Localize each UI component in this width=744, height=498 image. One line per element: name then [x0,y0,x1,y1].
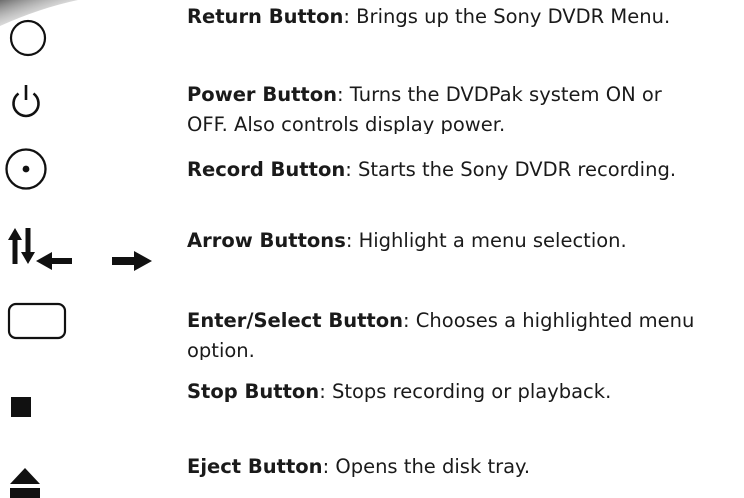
record-button-term: Record Button [187,158,346,181]
eject-button-term: Eject Button [187,455,323,478]
rounded-rectangle-icon [7,302,67,340]
return-button-description: Return Button: Brings up the Sony DVDR M… [187,5,671,28]
button-legend-page: Return Button: Brings up the Sony DVDR M… [0,0,744,498]
arrow-buttons-text: Highlight a menu selection. [352,229,627,252]
record-dot-circle-icon [5,148,47,190]
record-button-description: Record Button: Starts the Sony DVDR reco… [187,158,677,181]
enter-select-button-description: Enter/Select Button: Chooses a highlight… [187,309,695,360]
stop-button-description: Stop Button: Stops recording or playback… [187,380,612,403]
eject-button-description: Eject Button: Opens the disk tray. [187,455,531,478]
enter-select-button-text-continued: option. [187,339,255,360]
power-button-description: Power Button: Turns the DVDPak system ON… [187,83,662,134]
power-icon [12,85,40,118]
return-button-term: Return Button [187,5,344,28]
stop-button-term: Stop Button [187,380,320,403]
record-button-text: Starts the Sony DVDR recording. [351,158,677,181]
enter-select-button-text: Chooses a highlighted menu [409,309,695,332]
stop-button-text: Stops recording or playback. [325,380,612,403]
arrow-buttons-description: Arrow Buttons: Highlight a menu selectio… [187,229,627,252]
return-button-text: Brings up the Sony DVDR Menu. [349,5,671,28]
eject-button-text: Opens the disk tray. [329,455,531,478]
enter-select-button-term: Enter/Select Button [187,309,404,332]
power-button-text: Turns the DVDPak system ON or [343,83,662,106]
arrows-icon [8,228,152,271]
stop-square-icon [11,397,31,417]
return-circle-icon [9,19,47,57]
eject-icon [10,468,40,498]
power-button-text-continued: OFF. Also controls display power. [187,113,506,134]
power-button-term: Power Button [187,83,338,106]
arrow-buttons-term: Arrow Buttons [187,229,346,252]
